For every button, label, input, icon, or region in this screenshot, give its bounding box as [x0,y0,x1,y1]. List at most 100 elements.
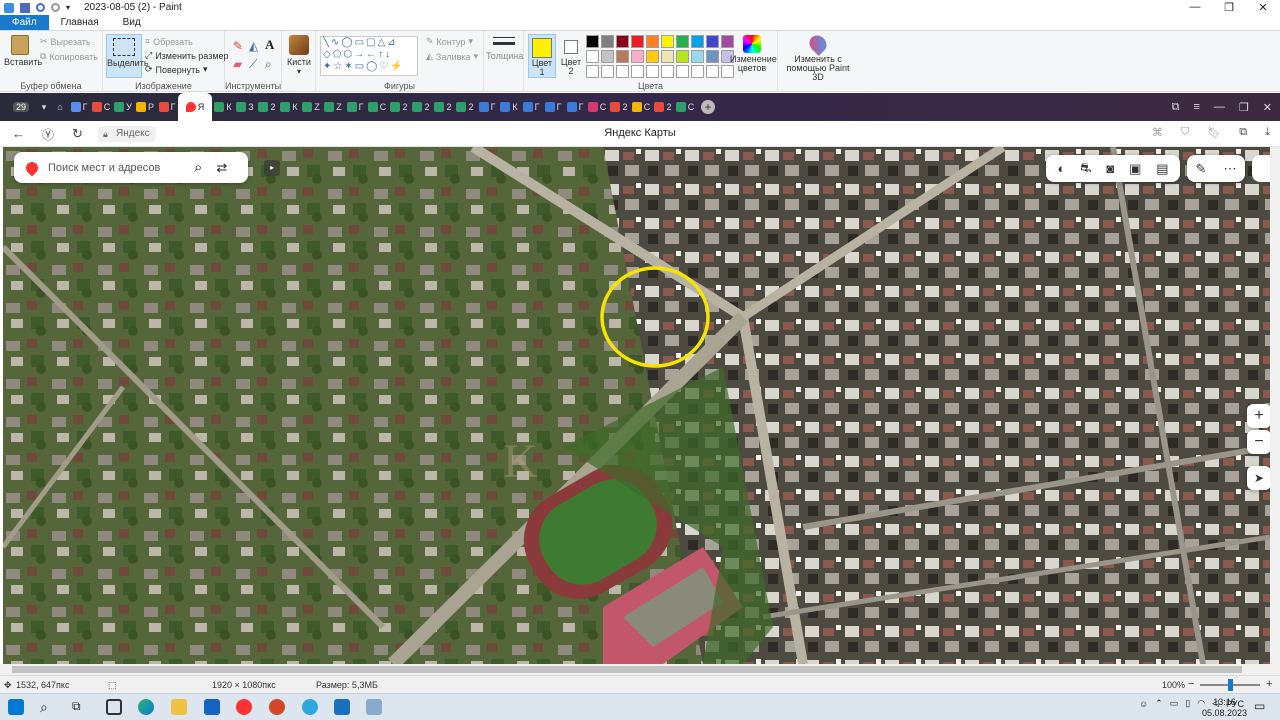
paint-taskbar-icon[interactable] [366,699,382,715]
palette-color-swatch[interactable] [706,65,719,78]
palette-color-swatch[interactable] [601,50,614,63]
paste-button[interactable]: Вставить [4,35,42,67]
eraser-icon[interactable]: ▰ [233,57,242,71]
palette-color-swatch[interactable] [586,50,599,63]
tab-counter[interactable]: 29 [6,93,36,121]
home-icon[interactable]: ⌂ [52,93,68,121]
bookmark-icon[interactable]: 🔖︎ [1207,126,1221,139]
color-picker-icon[interactable]: ⟋ [249,57,257,72]
menu-tab-home[interactable]: Главная [49,15,111,30]
zoom-slider[interactable] [1200,679,1260,691]
crop-button[interactable]: ⌗ Обрезать [145,36,193,47]
download-icon[interactable]: ⤓ [1265,126,1270,139]
palette-color-swatch[interactable] [646,50,659,63]
paint3d-button[interactable]: Изменить с помощью Paint 3D [780,31,856,82]
palette-color-swatch[interactable] [691,65,704,78]
palette-color-swatch[interactable] [616,50,629,63]
browser-tab[interactable]: 2 [256,93,278,121]
browser-tab[interactable]: С [366,93,388,121]
browser-tab[interactable]: Г [344,93,366,121]
palette-color-swatch[interactable] [646,35,659,48]
browser-tab[interactable]: С [674,93,696,121]
chevron-up-icon[interactable]: ⌃ [1155,698,1163,709]
menu-tab-file[interactable]: Файл [0,15,49,30]
menu-icon[interactable]: ≡ [1193,101,1199,114]
yandex-browser-icon[interactable] [236,699,252,715]
horizontal-scrollbar[interactable] [0,664,1270,675]
shapes-gallery[interactable]: ╲∿◯▭▢△⊿ ◇⬠⬡→←↑↓ ✦☆✶▭◯♡⚡ [320,36,418,76]
search-input[interactable] [48,161,188,174]
browser-restore-button[interactable]: ❐ [1239,101,1249,114]
browser-tab[interactable]: Z [300,93,322,121]
menu-tab-view[interactable]: Вид [111,15,153,30]
windows-start-icon[interactable] [8,699,24,715]
palette-color-swatch[interactable] [616,35,629,48]
network-icon[interactable]: ▭ [1170,698,1179,709]
task-view-icon[interactable]: ⧉ [72,699,88,715]
browser-tab[interactable]: 2 [652,93,674,121]
cut-button[interactable]: ✂ Вырезать [40,36,91,47]
zoom-out-button[interactable]: − [1247,430,1271,454]
map-search-box[interactable]: ⌕ ⇄ [14,152,248,183]
new-tab-button[interactable]: + [696,93,720,121]
fill-bucket-icon[interactable]: ◭ [249,39,258,53]
zoom-out-status-button[interactable]: − [1188,678,1194,690]
browser-tab[interactable]: 2 [608,93,630,121]
browser-tab[interactable]: 2 [454,93,476,121]
browser-tab[interactable]: Г [68,93,90,121]
translate-icon[interactable]: ⌘ [1152,126,1163,139]
maximize-button[interactable]: ❐ [1212,1,1246,14]
browser-tab[interactable]: Г [520,93,542,121]
rotate-button[interactable]: ⟳ Повернуть ▾ [145,64,208,75]
search-icon[interactable]: ⌕ [40,699,56,715]
camera-icon[interactable]: ◙ [1106,161,1114,176]
browser-tab[interactable]: Г [564,93,586,121]
color1-button[interactable]: Цвет 1 [528,34,556,78]
palette-color-swatch[interactable] [616,65,629,78]
brushes-button[interactable]: Кисти ▾ [284,35,314,76]
browser-tab[interactable]: 2 [432,93,454,121]
magnifier-icon[interactable]: ⌕ [265,57,272,72]
store-icon[interactable] [106,699,122,715]
palette-color-swatch[interactable] [661,50,674,63]
transport-icon[interactable]: ▣ [1129,161,1141,177]
browser-tab[interactable]: Z [322,93,344,121]
save-icon[interactable] [20,2,30,13]
ruler-icon[interactable]: ✎ [1196,161,1207,177]
notifications-icon[interactable]: ▭ [1254,699,1270,715]
outline-button[interactable]: ✎ Контур ▾ [426,36,473,47]
panorama-icon[interactable]: ⛐ [1080,160,1091,178]
edge-icon[interactable] [138,699,154,715]
browser-minimize-button[interactable]: — [1214,101,1225,114]
zoom-in-button[interactable]: + [1247,404,1271,428]
minimize-button[interactable]: — [1178,1,1212,14]
browser-tab-active[interactable]: Я [178,93,212,121]
copy-button[interactable]: ⧉ Копировать [40,51,98,62]
palette-color-swatch[interactable] [706,50,719,63]
redo-icon[interactable] [51,3,60,12]
browser-tab[interactable]: 2 [388,93,410,121]
fill-button[interactable]: ◭ Заливка ▾ [426,51,478,62]
browser-tab[interactable]: К [212,93,234,121]
vertical-scrollbar[interactable] [1270,147,1280,675]
satellite-map[interactable]: K [3,147,1270,664]
browser-close-button[interactable]: ✕ [1263,101,1272,114]
color2-button[interactable]: Цвет 2 [558,34,584,78]
palette-color-swatch[interactable] [676,50,689,63]
select-button[interactable]: Выделить [106,34,149,78]
horizontal-scroll-thumb[interactable] [12,666,1242,673]
mail-icon[interactable] [204,699,220,715]
search-icon[interactable]: ⌕ [194,159,202,176]
browser-tab[interactable]: С [630,93,652,121]
browser-tab[interactable]: К [278,93,300,121]
profile-avatar[interactable] [1252,155,1272,182]
battery-icon[interactable]: ▯ [1185,698,1190,709]
browser-tab[interactable]: У [112,93,134,121]
browser-tab[interactable]: Г [542,93,564,121]
people-icon[interactable]: ☺ [1139,699,1148,709]
palette-color-swatch[interactable] [601,65,614,78]
extensions-icon[interactable]: ⧉ [1239,126,1247,139]
clock[interactable]: 13:16 05.08.2023 [1202,697,1247,719]
geolocation-icon[interactable]: ➤ [1247,466,1271,490]
browser-tab[interactable]: С [586,93,608,121]
